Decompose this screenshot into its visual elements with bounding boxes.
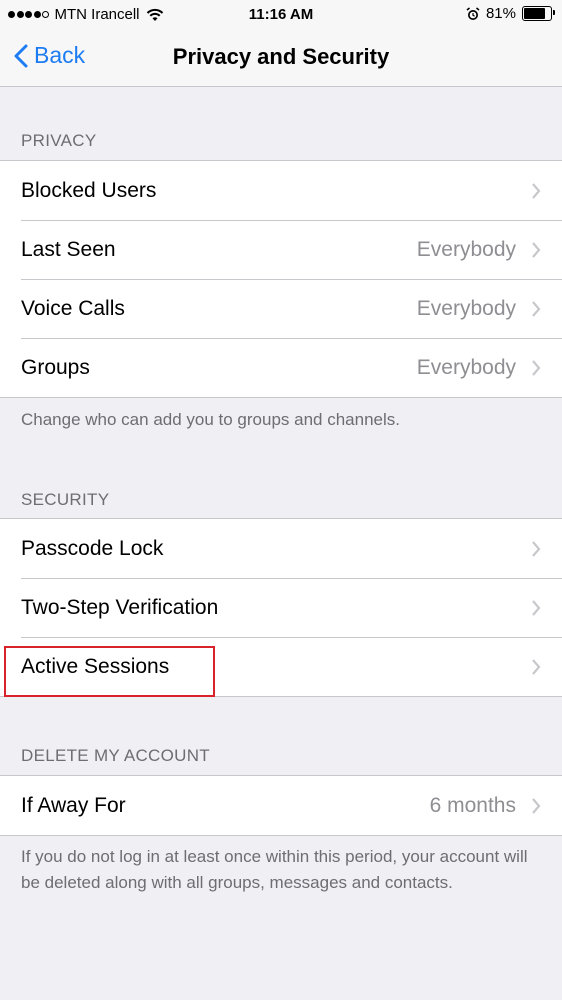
status-bar: MTN Irancell 11:16 AM 81% <box>0 0 562 30</box>
row-last-seen[interactable]: Last Seen Everybody <box>0 220 562 279</box>
row-two-step-verification[interactable]: Two-Step Verification <box>0 578 562 637</box>
navigation-bar: Back Privacy and Security <box>0 30 562 87</box>
status-right: 81% <box>466 5 555 22</box>
battery-percent: 81% <box>485 5 516 22</box>
row-groups[interactable]: Groups Everybody <box>0 338 562 397</box>
alarm-clock-icon <box>466 6 480 20</box>
chevron-right-icon <box>532 301 541 317</box>
chevron-right-icon <box>532 242 541 258</box>
section-header-privacy: PRIVACY <box>21 131 97 150</box>
section-header-security: SECURITY <box>21 490 110 509</box>
delete-account-footer: If you do not log in at least once withi… <box>21 847 528 892</box>
chevron-right-icon <box>532 183 541 199</box>
row-if-away-for[interactable]: If Away For 6 months <box>0 776 562 835</box>
chevron-right-icon <box>532 798 541 814</box>
highlight-box <box>4 646 215 697</box>
row-label: Blocked Users <box>21 178 157 202</box>
chevron-right-icon <box>532 541 541 557</box>
page-title: Privacy and Security <box>172 44 390 69</box>
privacy-group: Blocked Users Last Seen Everybody Voice … <box>0 160 562 398</box>
row-label: Voice Calls <box>21 296 125 320</box>
row-voice-calls[interactable]: Voice Calls Everybody <box>0 279 562 338</box>
chevron-right-icon <box>532 360 541 376</box>
row-label: Last Seen <box>21 237 116 261</box>
row-value: Everybody <box>416 296 516 320</box>
delete-account-group: If Away For 6 months <box>0 775 562 836</box>
row-label: If Away For <box>21 793 126 817</box>
row-label: Passcode Lock <box>21 536 164 560</box>
row-blocked-users[interactable]: Blocked Users <box>0 161 562 220</box>
privacy-footer: Change who can add you to groups and cha… <box>21 410 400 429</box>
row-value: Everybody <box>416 355 516 379</box>
row-value: 6 months <box>429 793 516 817</box>
battery-icon <box>522 6 555 21</box>
row-value: Everybody <box>416 237 516 261</box>
row-passcode-lock[interactable]: Passcode Lock <box>0 519 562 578</box>
section-header-delete-account: DELETE MY ACCOUNT <box>21 746 210 765</box>
chevron-right-icon <box>532 600 541 616</box>
row-label: Groups <box>21 355 90 379</box>
chevron-right-icon <box>532 659 541 675</box>
row-label: Two-Step Verification <box>21 595 219 619</box>
